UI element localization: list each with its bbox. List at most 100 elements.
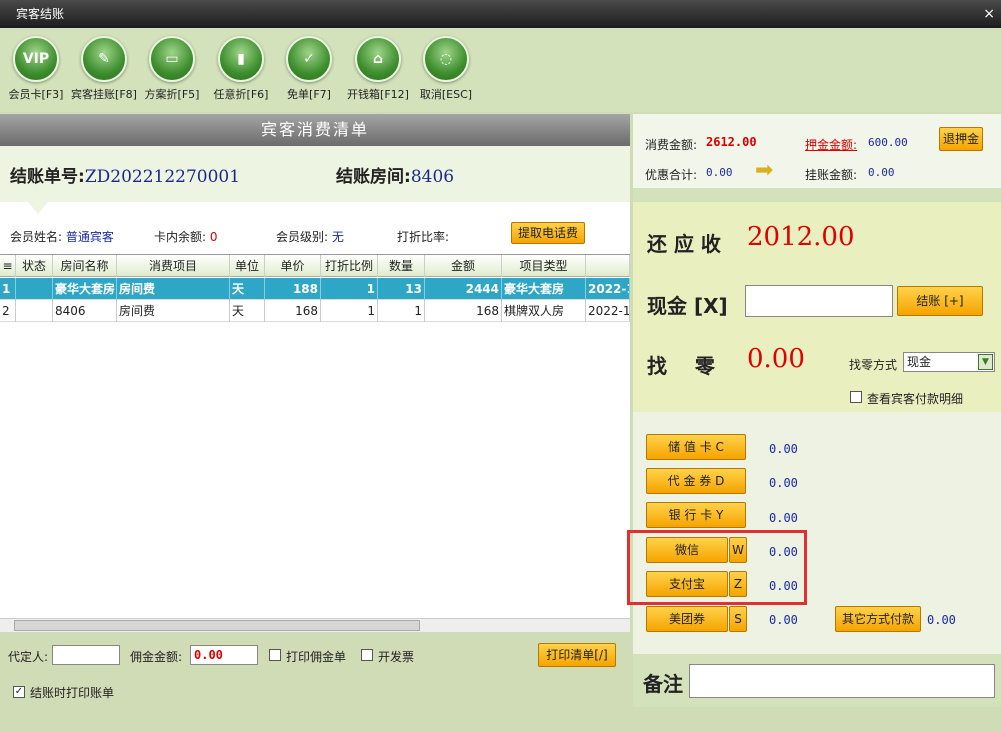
cancel-button[interactable]: ◌ 取消[ESC] — [410, 36, 482, 102]
bottom-bar: 代定人: 佣金金额: 0.00 打印佣金单 开发票 打印清单[/] ✓ 结账时打… — [0, 632, 632, 707]
stored-card-button[interactable]: 储 值 卡 C — [646, 434, 746, 460]
summary-box: 消费金额: 2612.00 押金金额: 600.00 退押金 优惠合计: 0.0… — [633, 114, 1001, 188]
change-method-value: 现金 — [907, 355, 932, 369]
meituan-key[interactable]: S — [729, 606, 747, 632]
checkout-panel: 消费金额: 2612.00 押金金额: 600.00 退押金 优惠合计: 0.0… — [627, 114, 1001, 707]
print-on-checkout-checkbox[interactable]: ✓ — [13, 686, 25, 698]
agent-input[interactable] — [52, 645, 120, 665]
bill-info: 结账单号:ZD202212270001 结账房间:8406 — [0, 146, 630, 202]
view-detail-label: 查看宾客付款明细 — [867, 392, 964, 406]
bank-card-button[interactable]: 银 行 卡 Y — [646, 502, 746, 528]
due-value: 2012.00 — [747, 222, 855, 252]
change-method-select[interactable]: 现金 ▼ — [903, 352, 995, 372]
cancel-label: 取消[ESC] — [419, 88, 473, 101]
guest-charge-label: 宾客挂账[F8] — [71, 88, 137, 101]
highlight-box — [627, 530, 807, 605]
cash-drawer-button[interactable]: ⌂ 开钱箱[F12] — [342, 36, 414, 102]
member-card-button[interactable]: VIP 会员卡[F3] — [0, 36, 72, 102]
grid-menu-icon[interactable]: ≡ — [0, 255, 16, 277]
guest-charge-icon: ✎ — [81, 36, 127, 82]
horizontal-scrollbar[interactable] — [0, 618, 630, 632]
plan-discount-label: 方案折[F5] — [144, 88, 200, 101]
phone-fee-button[interactable]: 提取电话费 — [511, 222, 585, 244]
charge-amount-label: 挂账金额: — [805, 168, 858, 182]
due-label: 还 应 收 — [647, 232, 721, 256]
cash-label: 现金 [X] — [647, 294, 728, 318]
discount-rate-label: 打折比率: — [397, 230, 450, 244]
chevron-down-icon[interactable]: ▼ — [978, 354, 993, 370]
consume-panel: 宾客消费清单 结账单号:ZD202212270001 结账房间:8406 会员姓… — [0, 114, 630, 707]
consume-amount-label: 消费金额: — [645, 138, 698, 152]
grid-header: ≡ 状态 房间名称 消费项目 单位 单价 打折比例 数量 金额 项目类型 — [0, 255, 630, 277]
view-detail-checkbox[interactable] — [850, 391, 862, 403]
meituan-button[interactable]: 美团券 — [646, 606, 728, 632]
charge-amount-value: 0.00 — [868, 166, 895, 179]
close-icon[interactable]: × — [983, 0, 995, 28]
window-title: 宾客结账 — [16, 7, 65, 21]
col-amount[interactable]: 金额 — [425, 255, 502, 277]
col-unit[interactable]: 单位 — [230, 255, 265, 277]
plan-discount-button[interactable]: ▭ 方案折[F5] — [136, 36, 208, 102]
meituan-value: 0.00 — [769, 613, 798, 627]
col-discount[interactable]: 打折比例 — [321, 255, 378, 277]
note-label: 备注 — [643, 672, 683, 696]
free-bill-button[interactable]: ✓ 免单[F7] — [273, 36, 345, 102]
discount-total-label: 优惠合计: — [645, 168, 698, 182]
commission-input[interactable]: 0.00 — [190, 645, 258, 665]
consume-amount-value: 2612.00 — [706, 135, 757, 149]
col-price[interactable]: 单价 — [265, 255, 321, 277]
refund-deposit-button[interactable]: 退押金 — [939, 127, 983, 151]
change-label: 找 零 — [647, 354, 715, 378]
col-date[interactable] — [586, 255, 630, 277]
print-commission-label: 打印佣金单 — [286, 650, 347, 664]
deposit-value: 600.00 — [868, 136, 908, 149]
checkout-button[interactable]: 结账 [+] — [897, 286, 983, 316]
col-status[interactable]: 状态 — [16, 255, 53, 277]
bill-no-label: 结账单号: — [10, 167, 85, 187]
scrollbar-thumb[interactable] — [14, 620, 420, 631]
window-titlebar: 宾客结账 × — [0, 0, 1001, 28]
member-name: 普通宾客 — [65, 230, 114, 244]
member-card-label: 会员卡[F3] — [8, 88, 64, 101]
print-list-button[interactable]: 打印清单[/] — [538, 643, 616, 667]
other-payment-value: 0.00 — [927, 613, 956, 627]
any-discount-icon: ▮ — [218, 36, 264, 82]
col-item[interactable]: 消费项目 — [117, 255, 230, 277]
note-area: 备注 — [633, 654, 1001, 707]
voucher-button[interactable]: 代 金 券 D — [646, 468, 746, 494]
change-method-label: 找零方式 — [849, 358, 898, 372]
guest-charge-button[interactable]: ✎ 宾客挂账[F8] — [68, 36, 140, 102]
member-name-label: 会员姓名: — [10, 230, 63, 244]
invoice-checkbox[interactable] — [361, 649, 373, 661]
receive-box: 还 应 收 2012.00 现金 [X] 结账 [+] 找 零 0.00 找零方… — [633, 202, 1001, 412]
change-value: 0.00 — [747, 344, 805, 374]
toolbar: VIP 会员卡[F3] ✎ 宾客挂账[F8] ▭ 方案折[F5] ▮ 任意折[F… — [0, 28, 1001, 112]
print-commission-checkbox[interactable] — [269, 649, 281, 661]
member-info: 会员姓名: 普通宾客 卡内余额: 0 会员级别: 无 打折比率: 提取电话费 — [0, 218, 630, 248]
cash-input[interactable] — [745, 285, 893, 317]
room-label: 结账房间: — [336, 167, 411, 187]
col-type[interactable]: 项目类型 — [502, 255, 586, 277]
any-discount-label: 任意折[F6] — [213, 88, 269, 101]
table-row[interactable]: 2 8406 房间费 天 168 1 1 168 棋牌双人房 2022-12 — [0, 300, 630, 322]
print-on-checkout-label: 结账时打印账单 — [30, 686, 115, 700]
deposit-label: 押金金额: — [805, 138, 858, 152]
info-pointer — [28, 202, 48, 214]
col-room[interactable]: 房间名称 — [53, 255, 117, 277]
note-input[interactable] — [689, 664, 995, 698]
level-value: 无 — [331, 230, 344, 244]
commission-label: 佣金金额: — [130, 650, 183, 664]
free-bill-icon: ✓ — [286, 36, 332, 82]
agent-label: 代定人: — [8, 650, 49, 664]
consume-header: 宾客消费清单 — [0, 114, 630, 146]
cash-drawer-icon: ⌂ — [355, 36, 401, 82]
any-discount-button[interactable]: ▮ 任意折[F6] — [205, 36, 277, 102]
other-payment-button[interactable]: 其它方式付款 — [835, 606, 921, 632]
bank-card-value: 0.00 — [769, 511, 798, 525]
col-qty[interactable]: 数量 — [378, 255, 425, 277]
invoice-label: 开发票 — [378, 650, 415, 664]
balance-value: 0 — [209, 230, 218, 244]
cancel-icon: ◌ — [423, 36, 469, 82]
discount-total-value: 0.00 — [706, 166, 733, 179]
table-row[interactable]: 1 豪华大套房 房间费 天 188 1 13 2444 豪华大套房 2022-1 — [0, 278, 630, 300]
